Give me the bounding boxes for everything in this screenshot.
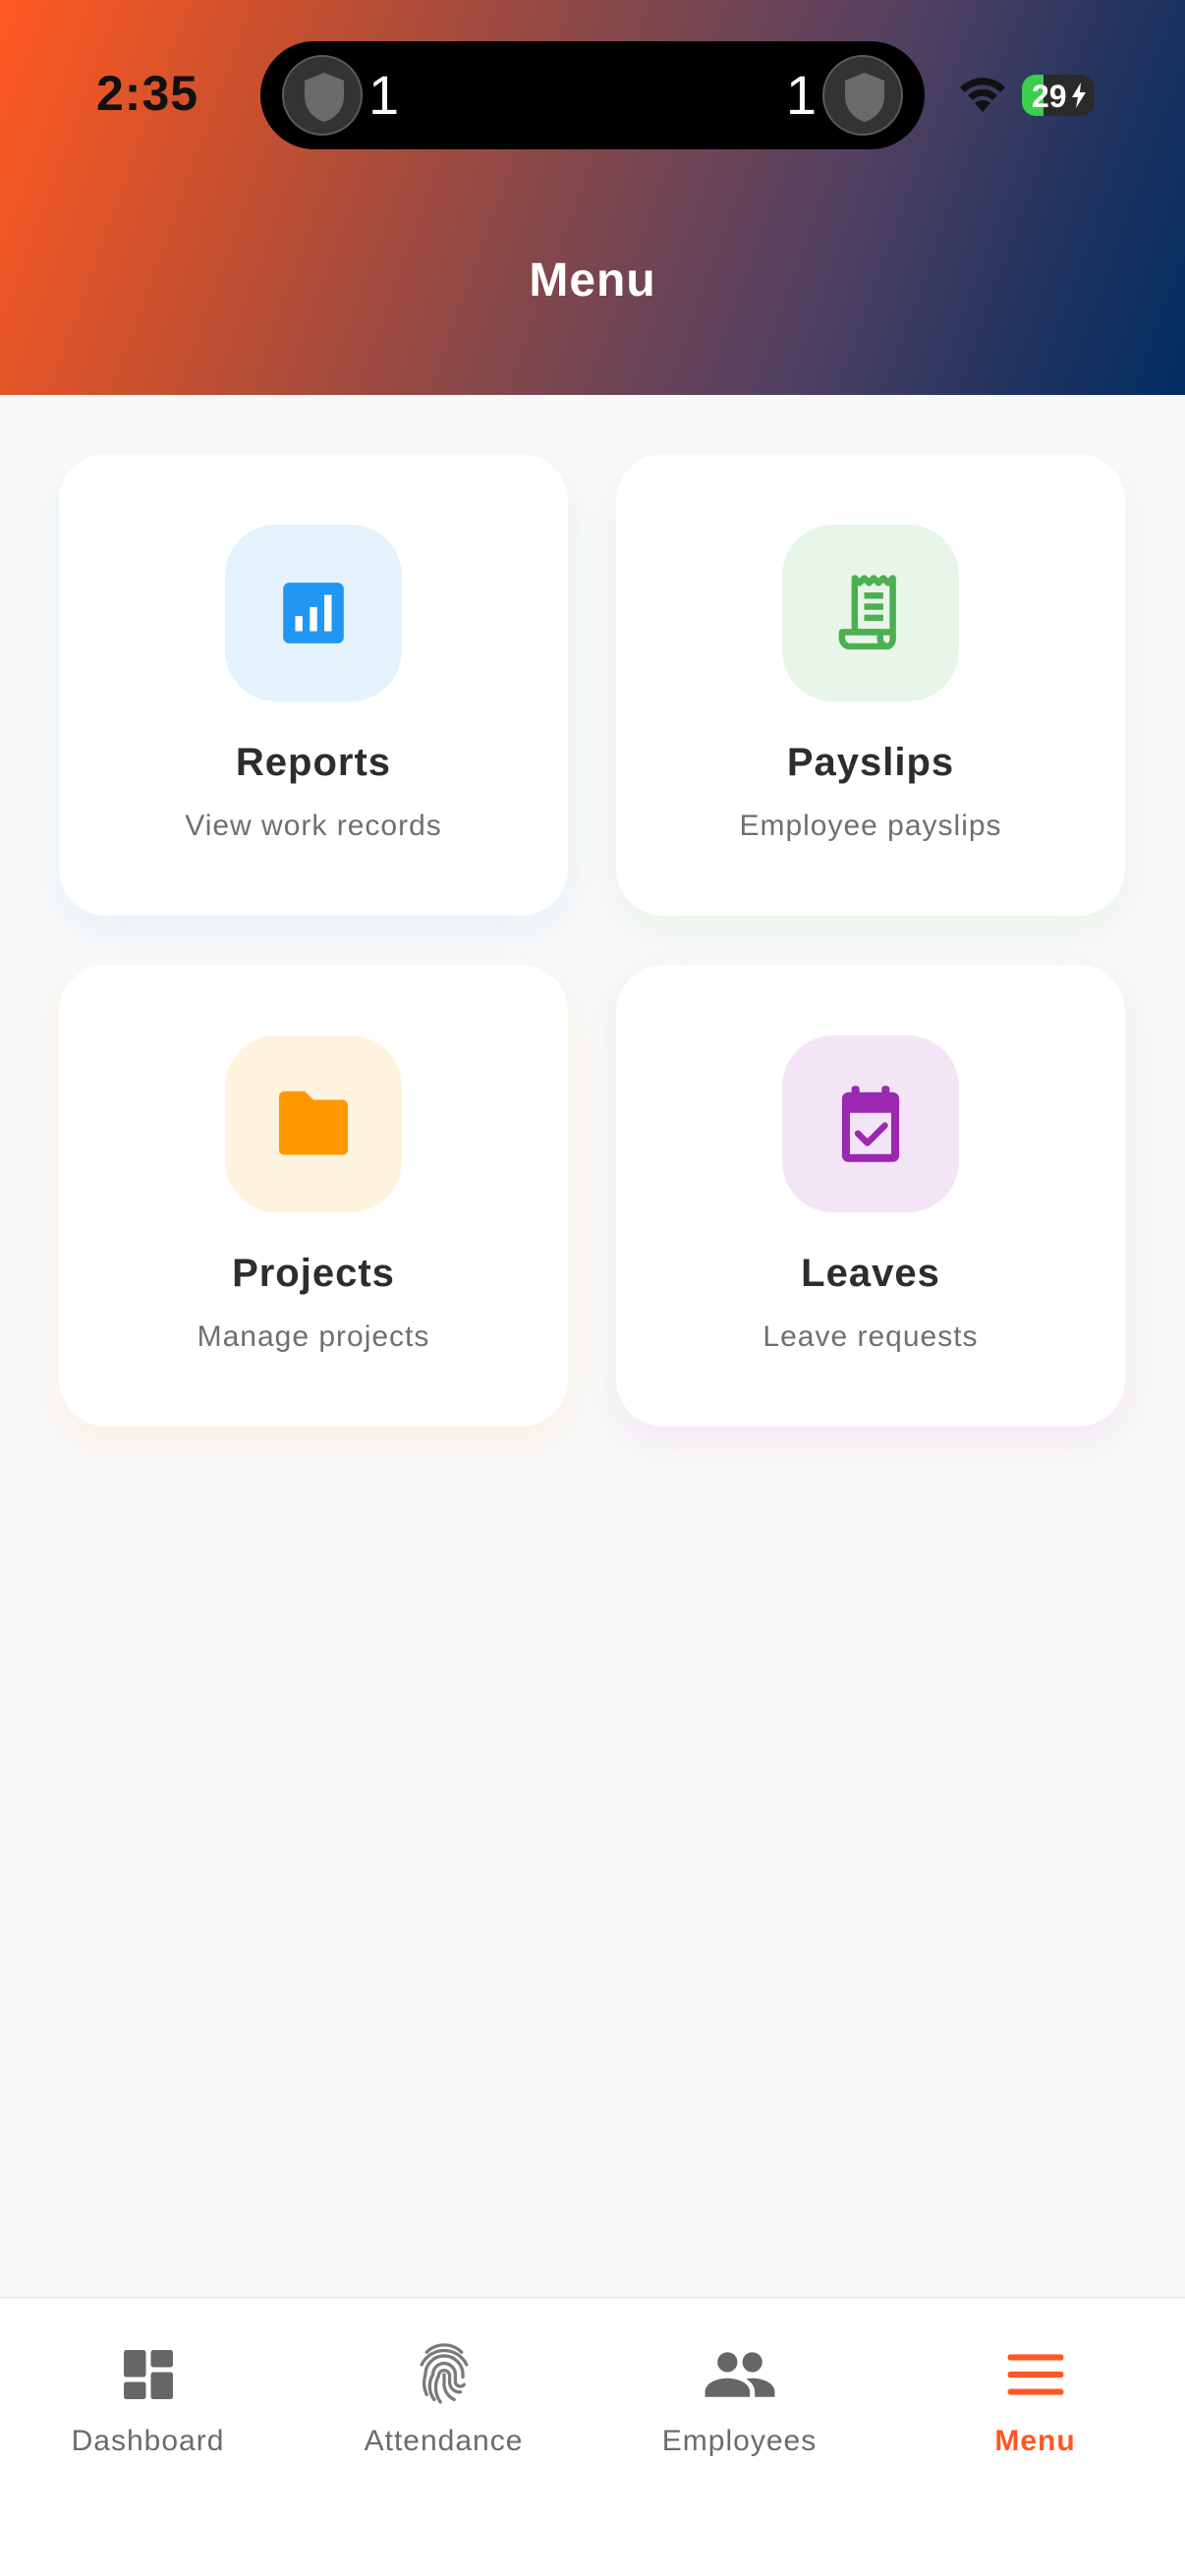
app-header: 2:35 1 1 29 Menu (0, 0, 1185, 395)
shield-icon (822, 55, 903, 136)
charging-icon (1072, 83, 1086, 108)
card-title: Reports (235, 741, 392, 784)
people-icon (592, 2338, 887, 2411)
shield-icon (282, 55, 363, 136)
bottom-navigation: Dashboard Attendance Employees Menu (0, 2297, 1185, 2576)
battery-level: 29 (1032, 79, 1067, 114)
dashboard-icon (0, 2338, 296, 2411)
menu-icon (887, 2338, 1183, 2411)
page-title: Menu (529, 254, 656, 307)
card-title: Payslips (786, 741, 955, 784)
leaves-icon-box (782, 1036, 959, 1212)
dynamic-island: 1 1 (260, 41, 925, 149)
card-title: Projects (232, 1252, 395, 1295)
leaves-card[interactable]: Leaves Leave requests (616, 965, 1125, 1427)
card-subtitle: Employee payslips (739, 810, 1002, 842)
island-left-count: 1 (368, 64, 400, 126)
card-subtitle: Leave requests (762, 1320, 979, 1353)
nav-label: Dashboard (71, 2425, 225, 2457)
receipt-icon (838, 575, 896, 650)
projects-icon-box (225, 1036, 402, 1212)
payslips-card[interactable]: Payslips Employee payslips (616, 454, 1125, 916)
battery-indicator: 29 (1022, 75, 1095, 116)
status-time: 2:35 (96, 66, 199, 121)
folder-icon (279, 1091, 348, 1155)
island-right-count: 1 (785, 64, 817, 126)
card-title: Leaves (801, 1252, 940, 1295)
card-subtitle: View work records (185, 810, 442, 842)
nav-employees[interactable]: Employees (592, 2299, 887, 2495)
card-subtitle: Manage projects (197, 1320, 430, 1353)
payslips-icon-box (782, 525, 959, 701)
reports-icon-box (225, 525, 402, 701)
event-available-icon (841, 1086, 900, 1162)
nav-label: Attendance (364, 2425, 524, 2457)
wifi-icon (958, 77, 1007, 119)
nav-label: Menu (994, 2425, 1076, 2457)
nav-menu[interactable]: Menu (887, 2299, 1183, 2495)
nav-attendance[interactable]: Attendance (296, 2299, 592, 2495)
projects-card[interactable]: Projects Manage projects (59, 965, 568, 1427)
bar-chart-icon (283, 583, 344, 644)
nav-dashboard[interactable]: Dashboard (0, 2299, 296, 2495)
fingerprint-icon (296, 2338, 592, 2411)
nav-label: Employees (661, 2425, 818, 2457)
reports-card[interactable]: Reports View work records (59, 454, 568, 916)
